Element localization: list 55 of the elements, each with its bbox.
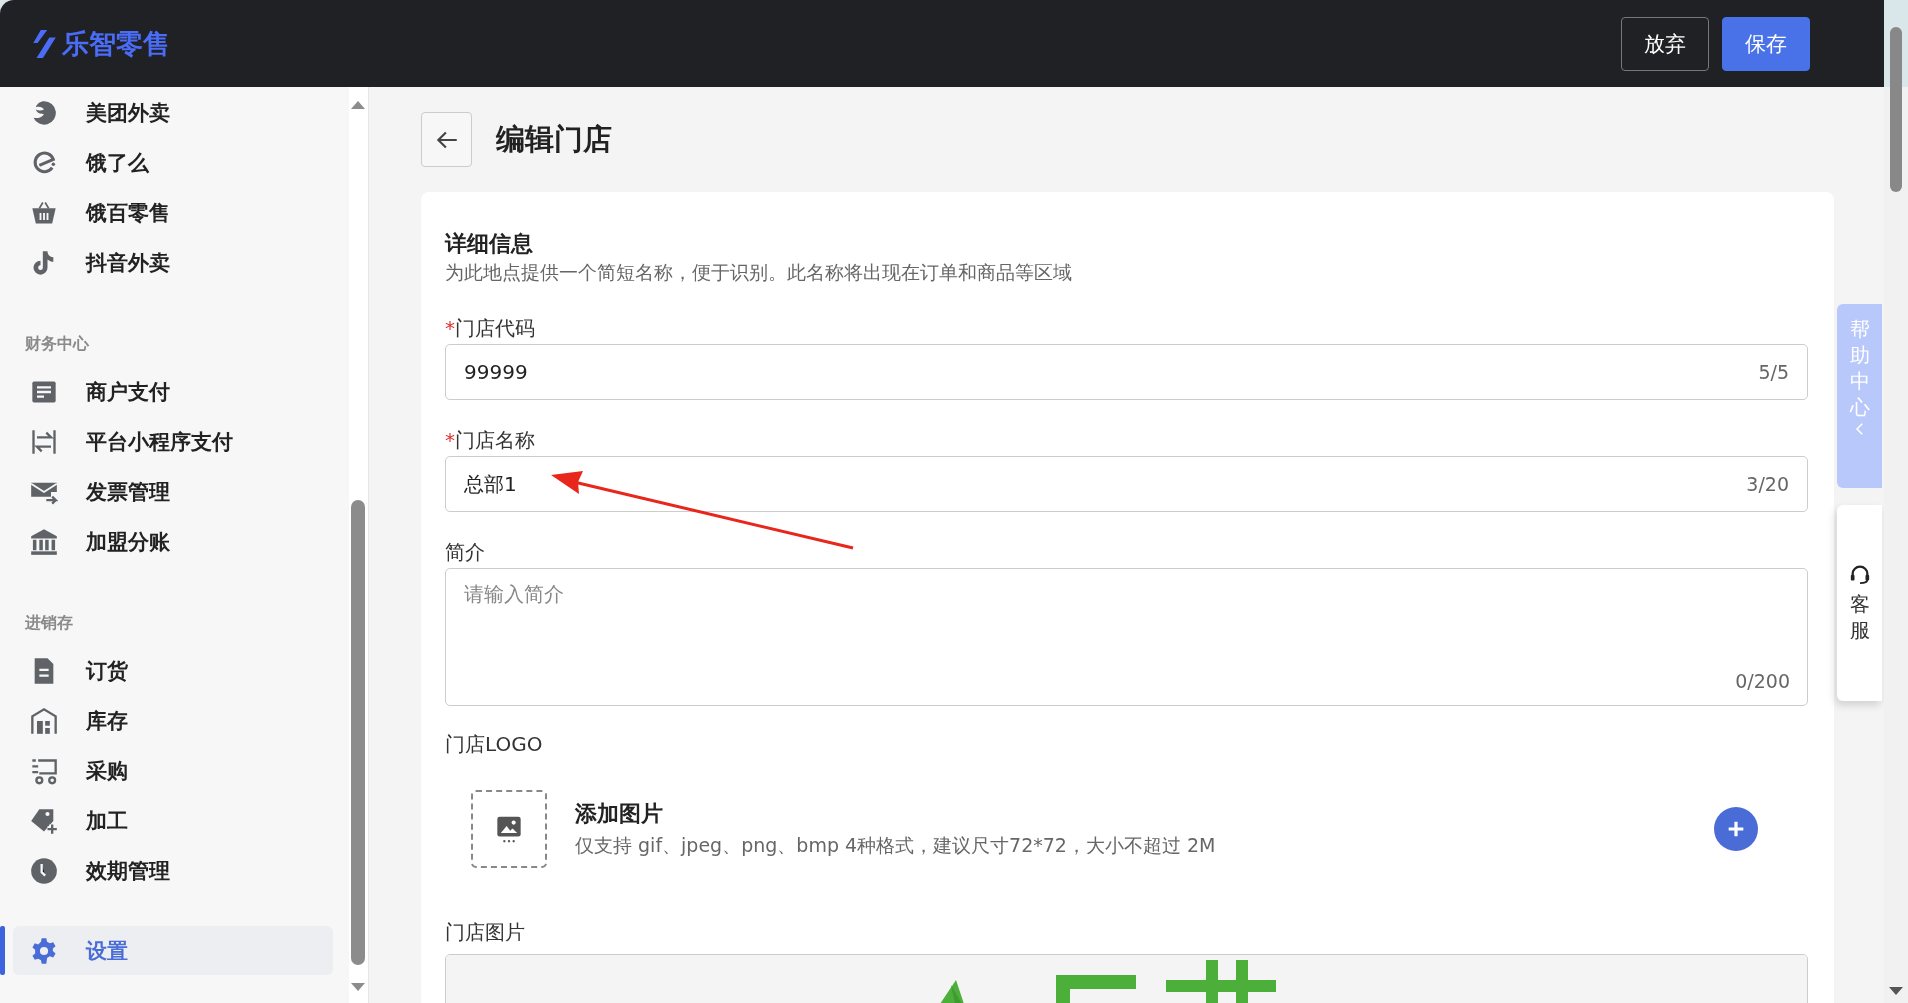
character-counter: 5/5	[1758, 361, 1789, 383]
page-title: 编辑门店	[496, 120, 612, 158]
upload-hint: 仅支持 gif、jpeg、png、bmp 4种格式，建议尺寸72*72，大小不超过 2M	[575, 833, 1217, 858]
sidebar-item[interactable]: 饿百零售	[0, 188, 349, 238]
swap-arrows-icon	[30, 428, 58, 456]
field-label: 门店名称	[455, 428, 535, 452]
sidebar-item[interactable]: 采购	[0, 746, 349, 796]
character-counter: 3/20	[1746, 473, 1789, 495]
basket-icon	[30, 199, 58, 227]
selection-indicator	[0, 926, 5, 975]
section-title: 详细信息	[445, 230, 534, 258]
sidebar-item[interactable]: 加工	[0, 796, 349, 846]
sidebar-item[interactable]: 效期管理	[0, 846, 349, 896]
sidebar-item[interactable]: 加盟分账	[0, 517, 349, 567]
scroll-down-arrow-icon	[1889, 985, 1903, 997]
image-upload-box[interactable]	[471, 790, 547, 868]
image-icon	[495, 814, 523, 844]
sidebar-item[interactable]: 发票管理	[0, 467, 349, 517]
upload-title: 添加图片	[575, 800, 664, 828]
sidebar-item[interactable]: 美团外卖	[0, 88, 349, 138]
clock-icon	[30, 857, 58, 885]
field-label: 简介	[445, 540, 485, 564]
scrollbar-thumb[interactable]	[1890, 27, 1902, 192]
input-field[interactable]: 99999 5/5	[445, 344, 1808, 400]
sidebar-item[interactable]: 饿了么	[0, 138, 349, 188]
character-counter: 0/200	[1735, 670, 1790, 692]
sidebar-item[interactable]: 库存	[0, 696, 349, 746]
add-button[interactable]	[1714, 807, 1758, 851]
section-heading: 进销存	[24, 612, 74, 634]
field-label: 门店代码	[455, 316, 535, 340]
cart-icon	[30, 757, 58, 785]
sidebar-item[interactable]: 商户支付	[0, 367, 349, 417]
back-button[interactable]	[421, 112, 472, 167]
scroll-down-arrow-icon	[351, 981, 365, 993]
customer-service-tab[interactable]: 客服	[1837, 505, 1882, 701]
required-mark: *	[445, 316, 455, 340]
save-button[interactable]: 保存	[1722, 16, 1810, 71]
tag-plus-icon	[30, 807, 58, 835]
sidebar-item[interactable]: 平台小程序支付	[0, 417, 349, 467]
headset-icon	[1848, 563, 1871, 585]
field-label: 门店图片	[445, 920, 525, 944]
logo-text: 乐智零售	[62, 26, 170, 61]
discard-button[interactable]: 放弃	[1621, 16, 1709, 71]
input-field[interactable]: 总部1 3/20	[445, 456, 1808, 512]
sidebar-item[interactable]: 抖音外卖	[0, 238, 349, 288]
required-mark: *	[445, 428, 455, 452]
section-description: 为此地点提供一个简短名称，便于识别。此名称将出现在订单和商品等区域	[445, 260, 1073, 285]
scrollbar-thumb[interactable]	[351, 500, 365, 965]
sidebar-item[interactable]: 订货	[0, 646, 349, 696]
bank-icon	[30, 528, 58, 556]
settings-icon	[30, 936, 58, 965]
warehouse-icon	[30, 707, 58, 735]
section-heading: 财务中心	[24, 333, 90, 355]
scroll-up-arrow-icon	[351, 99, 365, 111]
field-label: 门店LOGO	[445, 732, 543, 756]
